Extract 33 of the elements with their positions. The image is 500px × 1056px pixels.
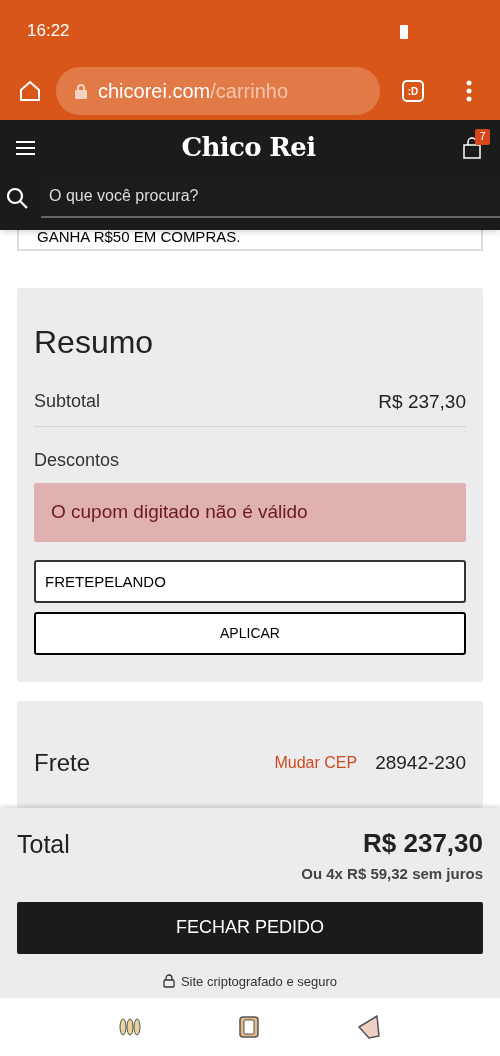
recent-apps-icon[interactable]: [118, 1017, 141, 1037]
clock: 16:22: [27, 20, 70, 43]
total-label: Total: [17, 829, 70, 860]
url-text: chicorei.com/carrinho: [98, 79, 289, 104]
subtotal-label: Subtotal: [34, 390, 101, 414]
search-icon[interactable]: [6, 187, 28, 209]
promo-text: GANHA R$50 EM COMPRAS.: [37, 230, 241, 247]
back-icon[interactable]: [357, 1014, 382, 1040]
more-icon[interactable]: [466, 80, 472, 102]
logo[interactable]: Chico Rei: [181, 128, 316, 167]
home-button-icon[interactable]: [238, 1015, 260, 1039]
error-alert: O cupom digitado não é válido: [34, 483, 466, 542]
lock-icon: [162, 974, 175, 989]
tabs-button[interactable]: :D: [402, 80, 424, 102]
secure-note: Site criptografado e seguro: [180, 972, 338, 991]
installments-text: Ou 4x R$ 59,32 sem juros: [301, 864, 483, 884]
menu-icon[interactable]: [16, 139, 35, 156]
change-cep-link[interactable]: Mudar CEP: [274, 751, 358, 775]
cart-badge: 7: [475, 128, 490, 145]
cep-value: 28942-230: [375, 750, 466, 775]
summary-title: Resumo: [34, 322, 155, 362]
home-icon[interactable]: [18, 79, 42, 103]
subtotal-value: R$ 237,30: [378, 389, 466, 414]
coupon-field[interactable]: FRETEPELANDO: [34, 560, 466, 603]
apply-button[interactable]: APLICAR: [34, 612, 466, 655]
search-bar[interactable]: O que você procura?: [0, 175, 500, 230]
total-value: R$ 237,30: [363, 827, 483, 860]
battery-icon: [399, 23, 409, 39]
shipping-title: Frete: [34, 748, 90, 778]
lock-icon: [74, 83, 88, 99]
checkout-button[interactable]: FECHAR PEDIDO: [17, 901, 483, 954]
cart-icon[interactable]: [462, 136, 482, 159]
discounts-label: Descontos: [34, 449, 121, 472]
